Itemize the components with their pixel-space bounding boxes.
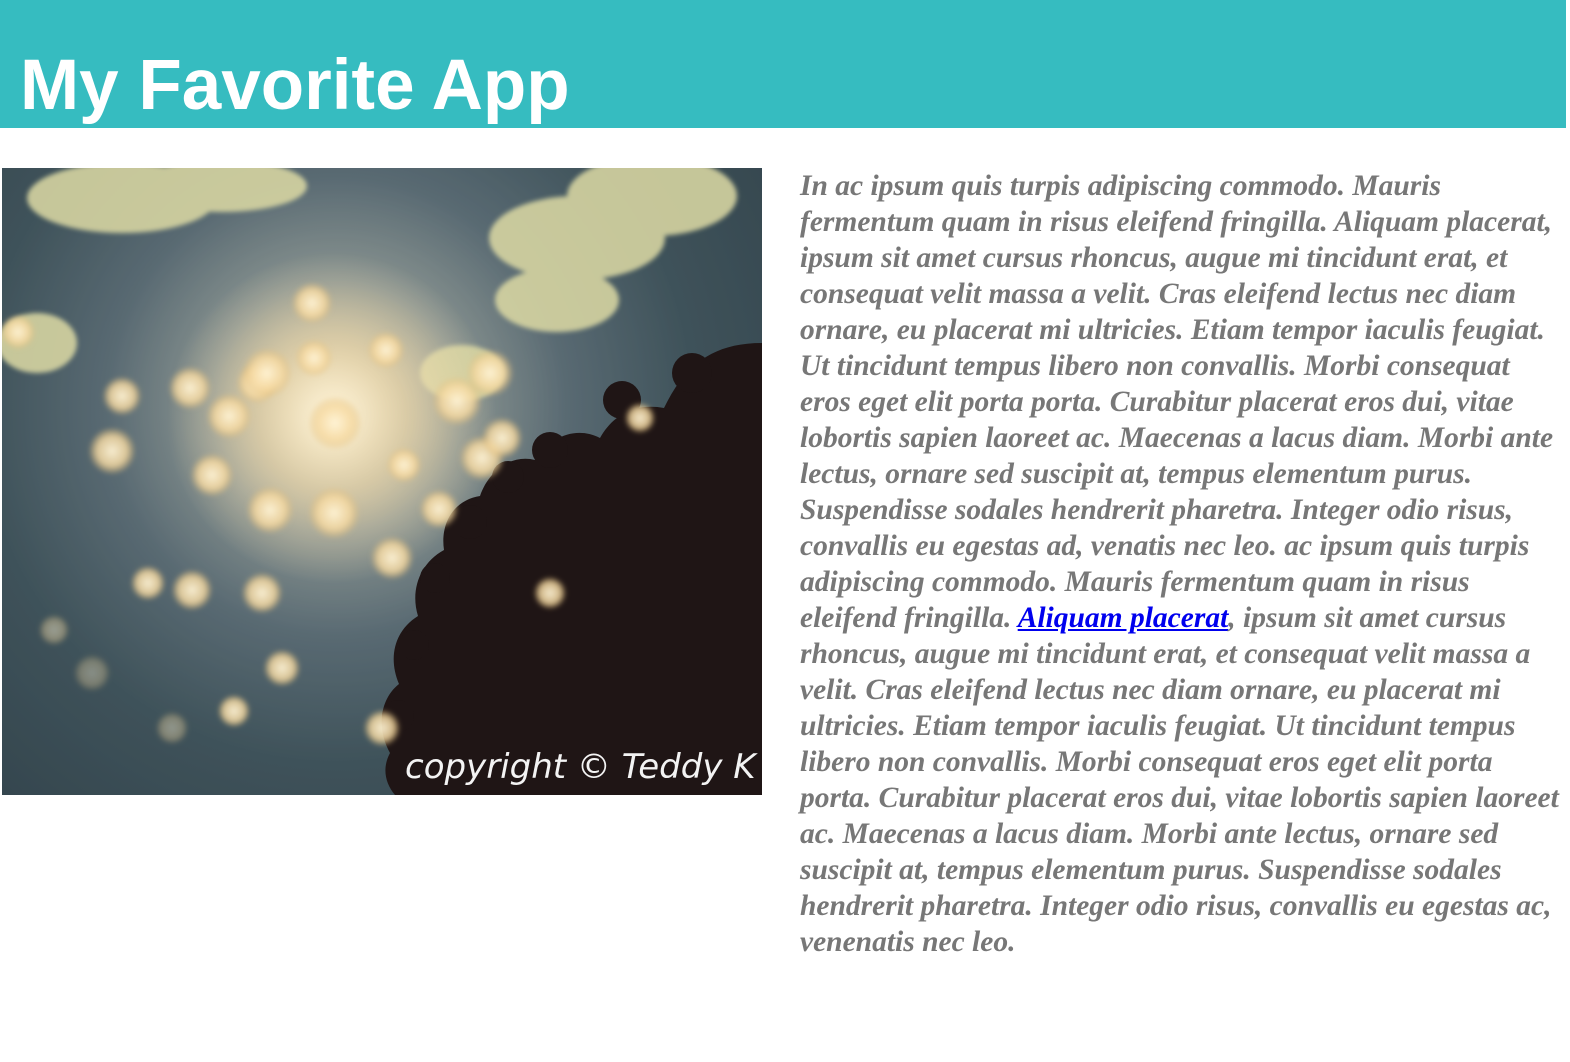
photo-watermark: copyright © Teddy K <box>405 747 758 787</box>
article-text-after-link: , ipsum sit amet cursus rhoncus, augue m… <box>800 602 1559 958</box>
app-title: My Favorite App <box>20 46 570 125</box>
hero-photo: copyright © Teddy K <box>2 168 762 795</box>
inline-link[interactable]: Aliquam placerat <box>1018 602 1229 634</box>
article-text: In ac ipsum quis turpis adipiscing commo… <box>800 168 1562 960</box>
article-text-before-link: In ac ipsum quis turpis adipiscing commo… <box>800 170 1554 634</box>
bokeh-photo-illustration: copyright © Teddy K <box>2 168 762 795</box>
app-header: My Favorite App <box>0 0 1566 128</box>
